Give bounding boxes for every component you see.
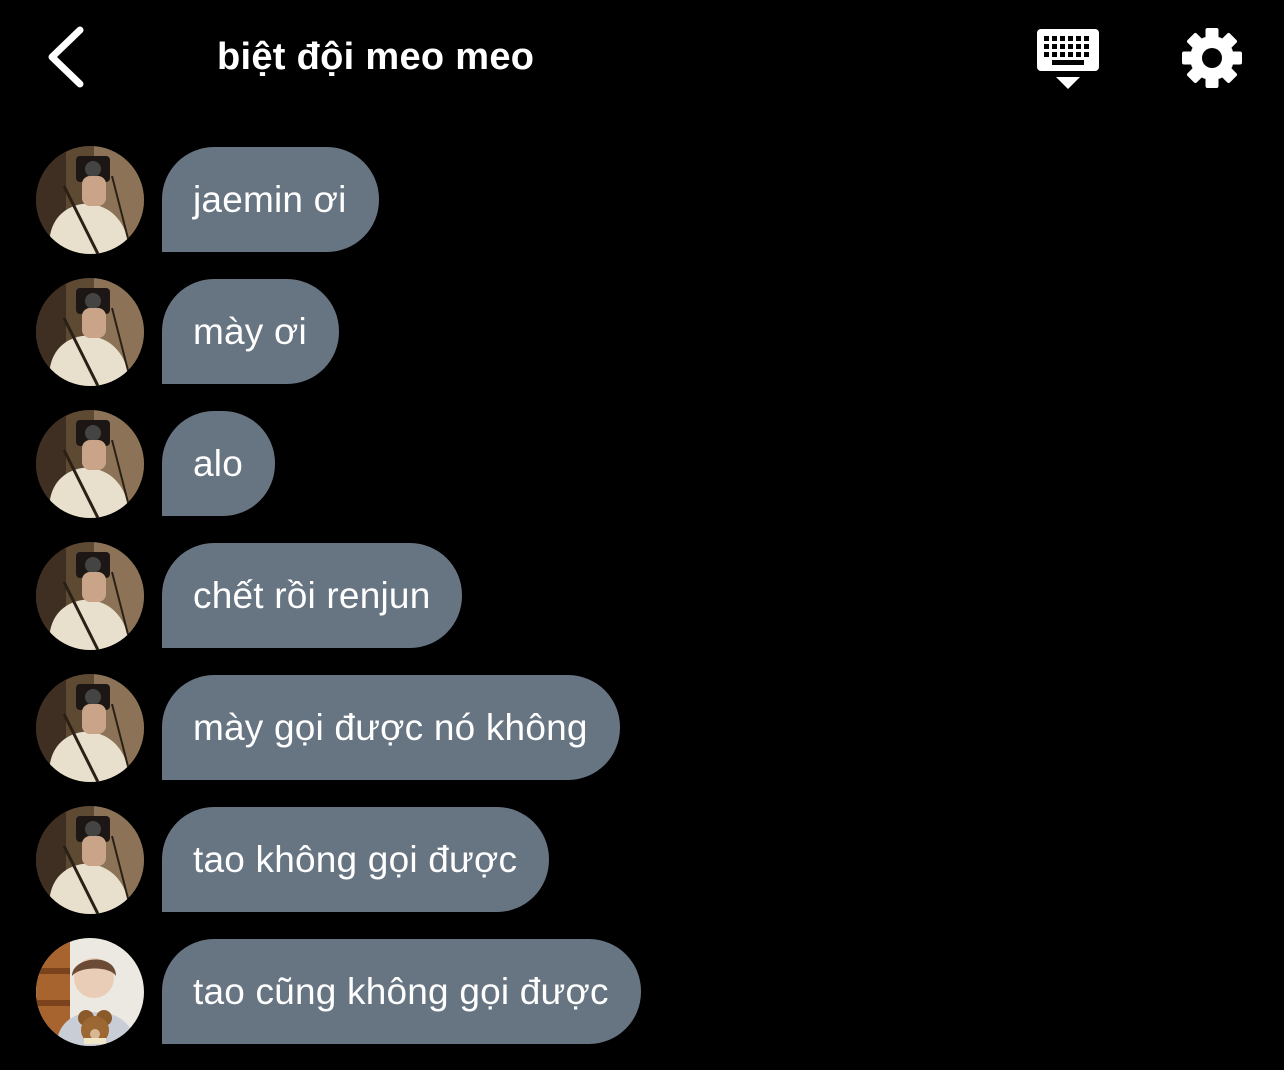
keyboard-hide-icon xyxy=(1037,29,1099,89)
message-bubble[interactable]: tao cũng không gọi được xyxy=(162,939,641,1044)
message-row: tao không gọi được xyxy=(0,806,1284,914)
message-row: alo xyxy=(0,410,1284,518)
avatar-teddy-bear xyxy=(36,938,144,1046)
gear-icon xyxy=(1182,28,1242,88)
message-bubble[interactable]: alo xyxy=(162,411,275,516)
message-bubble[interactable]: tao không gọi được xyxy=(162,807,550,912)
chevron-left-icon xyxy=(48,26,84,88)
avatar-mirror-selfie xyxy=(36,806,144,914)
message-row: mày ơi xyxy=(0,278,1284,386)
avatar-mirror-selfie xyxy=(36,146,144,254)
avatar[interactable] xyxy=(36,410,144,518)
avatar-mirror-selfie xyxy=(36,278,144,386)
message-list: jaemin ơi mày ơi alo chết rồi renjun mày… xyxy=(0,146,1284,1070)
avatar-mirror-selfie xyxy=(36,410,144,518)
avatar[interactable] xyxy=(36,542,144,650)
avatar[interactable] xyxy=(36,674,144,782)
avatar-mirror-selfie xyxy=(36,542,144,650)
avatar[interactable] xyxy=(36,278,144,386)
avatar[interactable] xyxy=(36,146,144,254)
settings-button[interactable] xyxy=(1180,26,1244,90)
avatar-mirror-selfie xyxy=(36,674,144,782)
message-row: mày gọi được nó không xyxy=(0,674,1284,782)
message-bubble[interactable]: mày gọi được nó không xyxy=(162,675,620,780)
message-row: tao cũng không gọi được xyxy=(0,938,1284,1046)
top-bar: biệt đội meo meo xyxy=(0,0,1284,115)
message-row: chết rồi renjun xyxy=(0,542,1284,650)
message-bubble[interactable]: chết rồi renjun xyxy=(162,543,463,648)
keyboard-toggle-button[interactable] xyxy=(1034,26,1102,92)
message-bubble[interactable]: jaemin ơi xyxy=(162,147,379,252)
avatar[interactable] xyxy=(36,806,144,914)
back-button[interactable] xyxy=(40,22,96,92)
avatar[interactable] xyxy=(36,938,144,1046)
message-row: jaemin ơi xyxy=(0,146,1284,254)
chat-title: biệt đội meo meo xyxy=(217,36,535,78)
message-bubble[interactable]: mày ơi xyxy=(162,279,339,384)
